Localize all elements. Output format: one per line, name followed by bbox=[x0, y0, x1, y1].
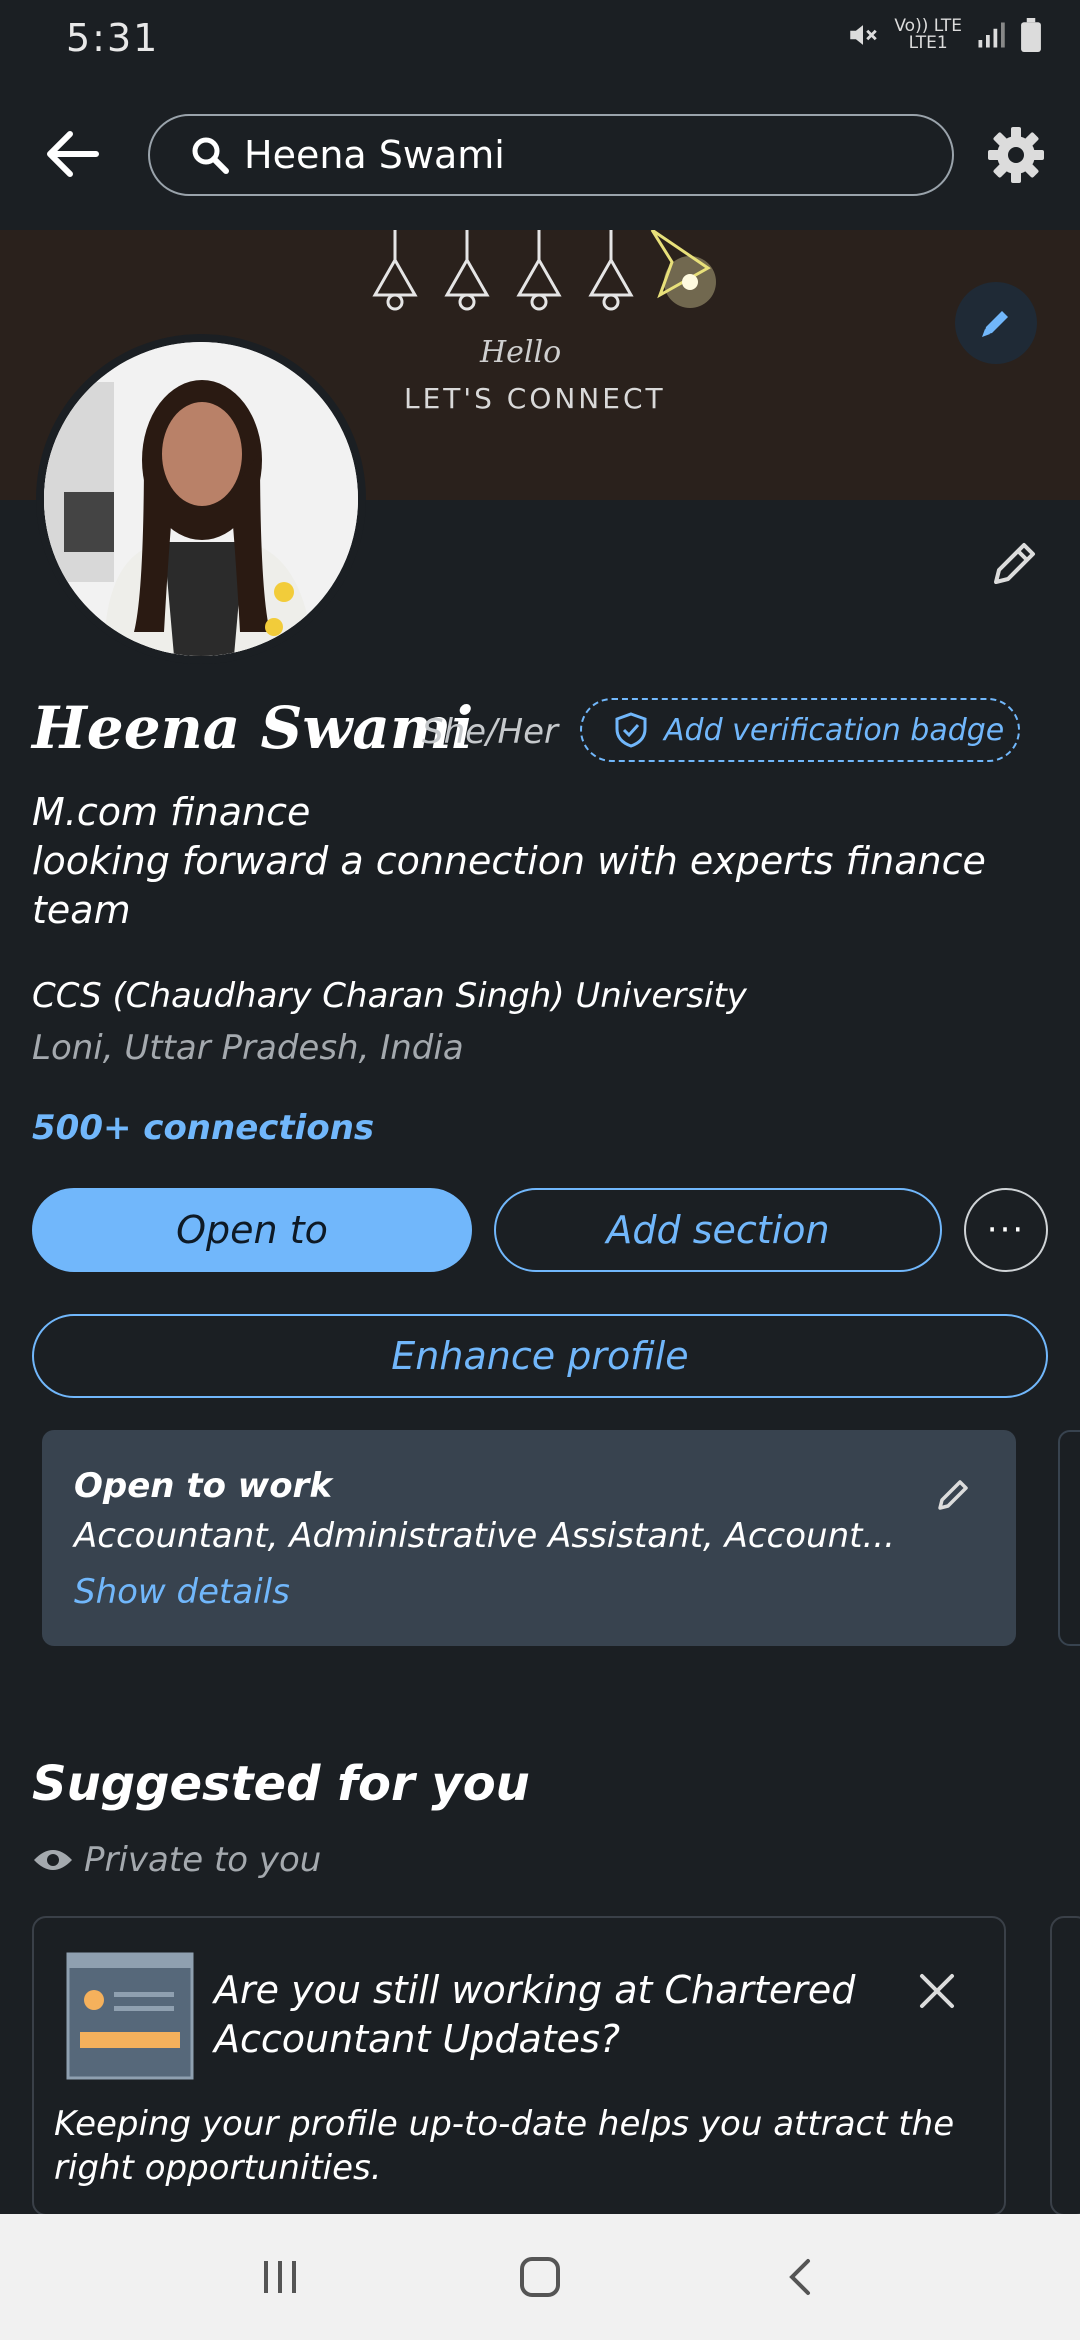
edit-banner-button[interactable] bbox=[955, 282, 1037, 364]
recents-icon bbox=[264, 2261, 296, 2293]
network-label: Vo)) LTE LTE1 bbox=[894, 16, 962, 53]
banner-hello-text: Hello bbox=[480, 335, 562, 370]
system-nav-bar bbox=[0, 2214, 1080, 2340]
edit-profile-pencil-icon[interactable] bbox=[984, 532, 1044, 592]
eye-icon bbox=[34, 1850, 72, 1870]
status-bar: 5:31 Vo)) LTE LTE1 bbox=[0, 0, 1080, 80]
shield-check-icon bbox=[615, 712, 647, 748]
location: Loni, Uttar Pradesh, India bbox=[32, 1028, 464, 1068]
home-button[interactable] bbox=[500, 2237, 580, 2317]
status-icons: Vo)) LTE LTE1 bbox=[846, 18, 1042, 52]
next-card-peek[interactable] bbox=[1058, 1430, 1080, 1646]
close-icon[interactable] bbox=[914, 1968, 960, 2014]
back-arrow-icon[interactable] bbox=[40, 122, 104, 186]
add-verification-badge-button[interactable]: Add verification badge bbox=[580, 698, 1020, 762]
lamps-illustration bbox=[372, 230, 716, 311]
suggestion-card[interactable]: Are you still working at Chartered Accou… bbox=[32, 1916, 1006, 2216]
home-icon bbox=[520, 2257, 560, 2297]
gear-icon[interactable] bbox=[986, 125, 1046, 185]
battery-icon bbox=[1021, 18, 1041, 52]
open-to-work-title: Open to work bbox=[74, 1466, 332, 1506]
signal-icon bbox=[978, 22, 1005, 48]
education[interactable]: CCS (Chaudhary Charan Singh) University bbox=[32, 976, 747, 1016]
enhance-profile-button[interactable]: Enhance profile bbox=[32, 1314, 1048, 1398]
next-suggestion-peek[interactable] bbox=[1050, 1916, 1080, 2216]
suggested-title: Suggested for you bbox=[32, 1756, 530, 1812]
private-note-text: Private to you bbox=[84, 1840, 322, 1880]
more-options-button[interactable]: ··· bbox=[964, 1188, 1048, 1272]
verification-label: Add verification badge bbox=[664, 712, 1005, 748]
pronouns: She/Her bbox=[422, 712, 558, 752]
open-to-work-roles: Accountant, Administrative Assistant, Ac… bbox=[74, 1516, 895, 1556]
profile-name: Heena Swami bbox=[32, 694, 474, 762]
profile-card-illustration bbox=[66, 1952, 194, 2080]
mute-icon bbox=[850, 25, 878, 45]
profile-photo[interactable] bbox=[36, 334, 366, 664]
pencil-icon[interactable] bbox=[932, 1472, 976, 1516]
search-icon bbox=[192, 137, 229, 174]
portrait-image bbox=[44, 342, 358, 656]
private-note: Private to you bbox=[32, 1840, 321, 1880]
add-section-button[interactable]: Add section bbox=[494, 1188, 942, 1272]
suggestion-question: Are you still working at Chartered Accou… bbox=[214, 1968, 856, 2061]
search-input[interactable]: Heena Swami bbox=[148, 114, 954, 196]
system-back-button[interactable] bbox=[760, 2237, 840, 2317]
chevron-left-icon bbox=[789, 2259, 810, 2295]
pencil-icon bbox=[982, 311, 1008, 337]
banner-connect-text: LET'S CONNECT bbox=[404, 382, 666, 415]
search-query: Heena Swami bbox=[244, 133, 505, 177]
headline-line-1: M.com finance bbox=[32, 790, 311, 834]
open-to-work-card[interactable]: Open to work Accountant, Administrative … bbox=[42, 1430, 1016, 1646]
show-details-link[interactable]: Show details bbox=[74, 1572, 290, 1612]
headline-line-2: looking forward a connection with expert… bbox=[32, 839, 986, 932]
profile-headline: M.com finance looking forward a connecti… bbox=[32, 788, 1032, 935]
connections-link[interactable]: 500+ connections bbox=[32, 1108, 374, 1148]
suggestion-body: Keeping your profile up-to-date helps yo… bbox=[54, 2104, 955, 2188]
open-to-button[interactable]: Open to bbox=[32, 1188, 472, 1272]
status-time: 5:31 bbox=[66, 16, 160, 60]
avatar bbox=[44, 342, 358, 656]
recent-apps-button[interactable] bbox=[240, 2237, 320, 2317]
